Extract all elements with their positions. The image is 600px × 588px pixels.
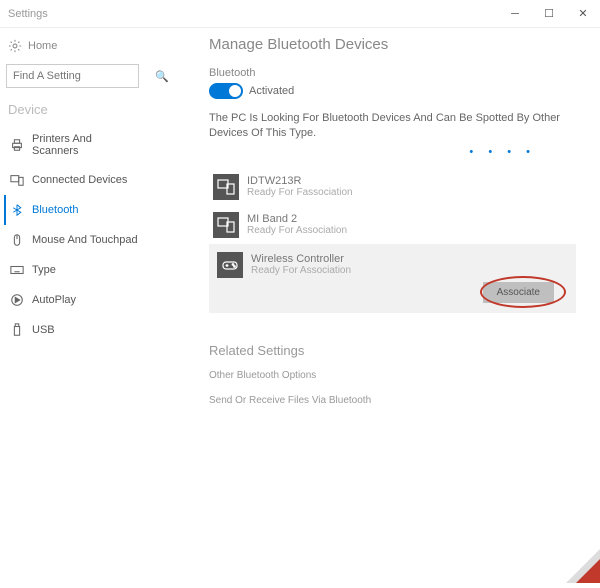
sidebar-item-printers[interactable]: Printers And Scanners	[6, 125, 145, 165]
bluetooth-toggle[interactable]	[209, 83, 243, 99]
sidebar-item-label: Printers And Scanners	[32, 133, 141, 157]
device-name: Wireless Controller	[251, 253, 351, 265]
monitor-icon	[213, 174, 239, 200]
sidebar-item-label: AutoPlay	[32, 294, 76, 306]
device-status: Ready For Association	[247, 225, 347, 236]
selected-device-block: Wireless Controller Ready For Associatio…	[209, 244, 576, 313]
sidebar-item-label: Bluetooth	[32, 204, 78, 216]
maximize-button[interactable]: ☐	[532, 0, 566, 28]
sidebar-item-connected[interactable]: Connected Devices	[6, 165, 145, 195]
bluetooth-toggle-row: Activated	[209, 83, 576, 99]
autoplay-icon	[10, 293, 24, 307]
usb-icon	[10, 323, 24, 337]
sidebar-item-mouse[interactable]: Mouse And Touchpad	[6, 225, 145, 255]
mouse-icon	[10, 233, 24, 247]
monitor-icon	[213, 212, 239, 238]
toggle-label: Activated	[249, 85, 294, 97]
home-link[interactable]: Home	[6, 34, 145, 58]
scanning-dots: • • • •	[209, 146, 576, 158]
sidebar: Home 🔍 Device Printers And Scanners Conn…	[0, 28, 145, 583]
sidebar-item-label: Mouse And Touchpad	[32, 234, 138, 246]
device-name: IDTW213R	[247, 175, 353, 187]
printer-icon	[10, 138, 24, 152]
related-link-files[interactable]: Send Or Receive Files Via Bluetooth	[209, 395, 576, 406]
device-status: Ready For Fassociation	[247, 187, 353, 198]
close-button[interactable]: ✕	[566, 0, 600, 28]
sidebar-item-usb[interactable]: USB	[6, 315, 145, 345]
window-title: Settings	[8, 8, 498, 20]
sidebar-item-label: Type	[32, 264, 56, 276]
sidebar-item-label: USB	[32, 324, 55, 336]
device-row-selected[interactable]: Wireless Controller Ready For Associatio…	[213, 246, 572, 282]
associate-row: Associate	[213, 282, 572, 303]
gear-icon	[8, 39, 22, 53]
keyboard-icon	[10, 263, 24, 277]
sidebar-item-type[interactable]: Type	[6, 255, 145, 285]
content-area: Home 🔍 Device Printers And Scanners Conn…	[0, 28, 600, 583]
search-box[interactable]: 🔍	[6, 64, 139, 88]
home-label: Home	[28, 40, 57, 52]
sidebar-item-label: Connected Devices	[32, 174, 127, 186]
device-row[interactable]: IDTW213R Ready For Fassociation	[209, 168, 576, 206]
related-settings-heading: Related Settings	[209, 343, 576, 358]
minimize-button[interactable]: ─	[498, 0, 532, 28]
sidebar-item-autoplay[interactable]: AutoPlay	[6, 285, 145, 315]
status-text: The PC Is Looking For Bluetooth Devices …	[209, 111, 576, 142]
associate-button[interactable]: Associate	[483, 282, 554, 303]
search-input[interactable]	[13, 70, 155, 82]
device-status: Ready For Association	[251, 265, 351, 276]
device-info: MI Band 2 Ready For Association	[247, 213, 347, 236]
device-row[interactable]: MI Band 2 Ready For Association	[209, 206, 576, 244]
window-controls: ─ ☐ ✕	[498, 0, 600, 28]
sidebar-item-bluetooth[interactable]: Bluetooth	[4, 195, 145, 225]
sidebar-section: Device	[6, 98, 145, 125]
gamepad-icon	[217, 252, 243, 278]
main-panel: Manage Bluetooth Devices Bluetooth Activ…	[145, 28, 600, 583]
page-title: Manage Bluetooth Devices	[209, 36, 576, 53]
devices-icon	[10, 173, 24, 187]
corner-logo	[552, 549, 600, 583]
device-info: IDTW213R Ready For Fassociation	[247, 175, 353, 198]
bluetooth-icon	[10, 203, 24, 217]
related-link-options[interactable]: Other Bluetooth Options	[209, 370, 576, 381]
bluetooth-heading: Bluetooth	[209, 67, 576, 79]
device-name: MI Band 2	[247, 213, 347, 225]
titlebar: Settings ─ ☐ ✕	[0, 0, 600, 28]
device-info: Wireless Controller Ready For Associatio…	[251, 253, 351, 276]
